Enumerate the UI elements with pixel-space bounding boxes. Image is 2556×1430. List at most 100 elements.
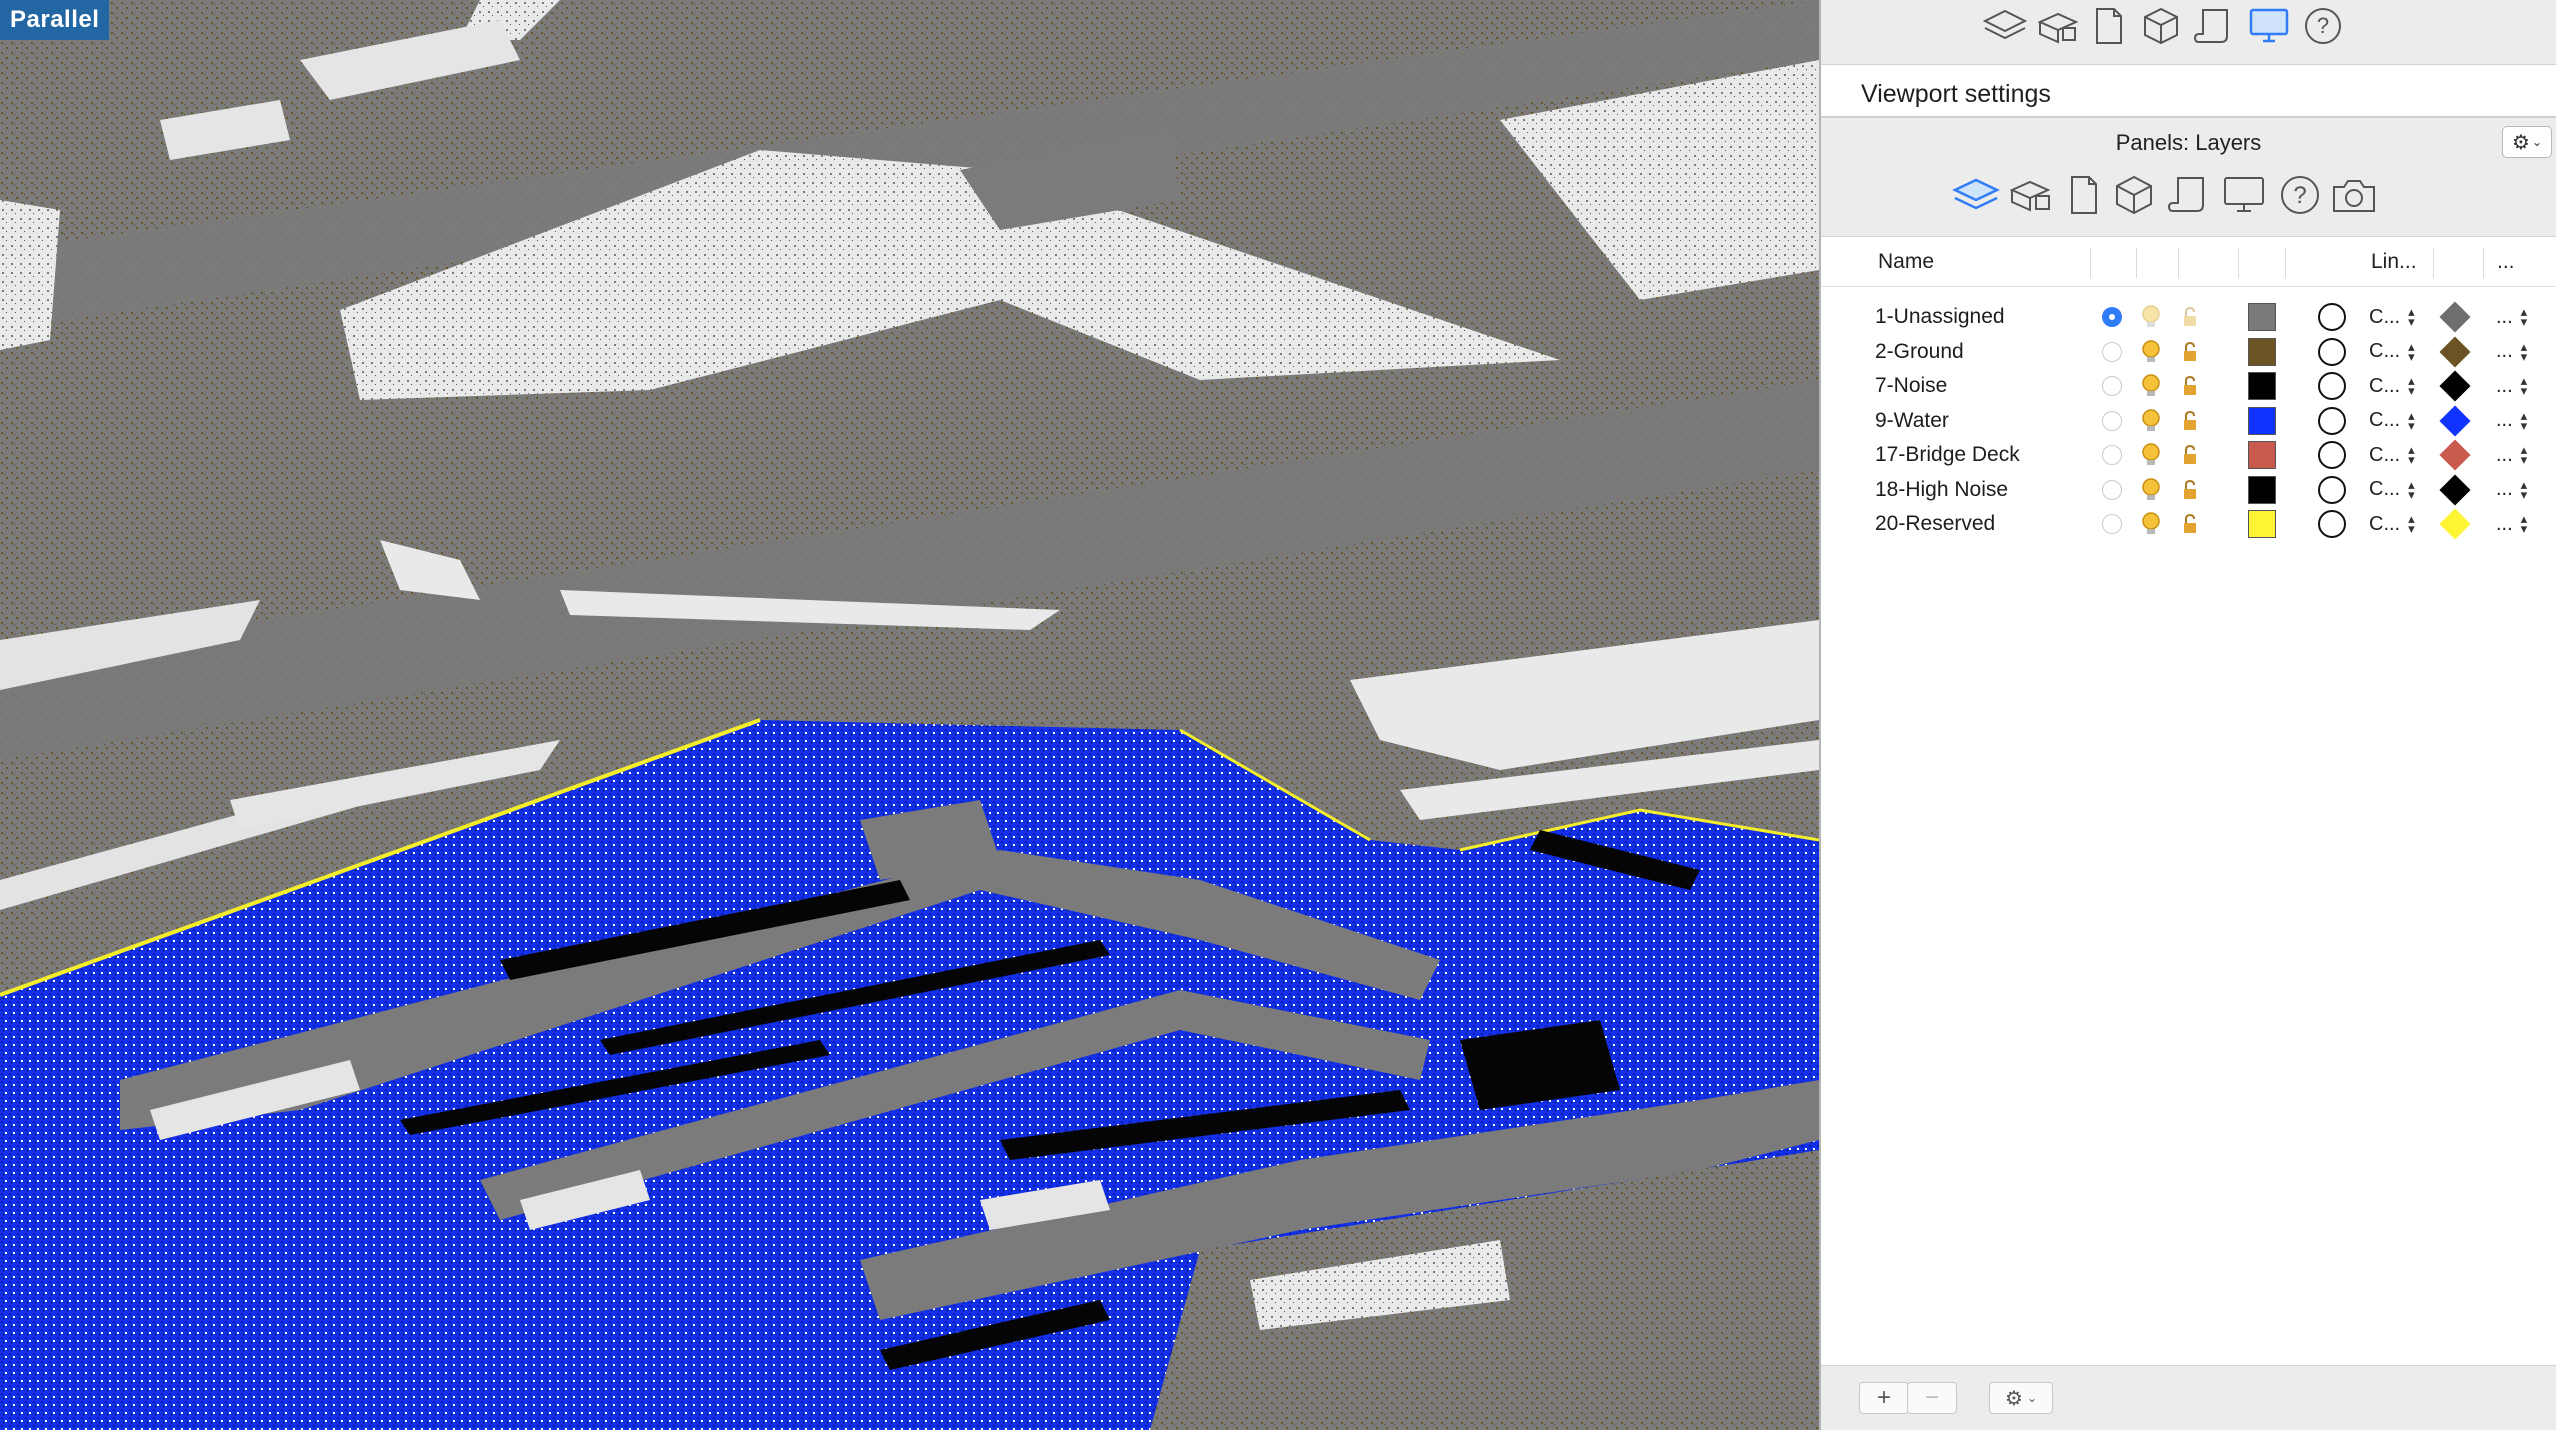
layers-icon[interactable] <box>1979 0 2031 52</box>
stepper-icon: ▴ ▾ <box>2520 407 2528 433</box>
visibility-bulb-icon[interactable] <box>2139 404 2163 438</box>
more-options-menu[interactable]: ... ▴ ▾ <box>2496 335 2527 369</box>
visibility-bulb-icon[interactable] <box>2139 473 2163 507</box>
layers-icon[interactable] <box>1949 168 2003 222</box>
classes-icon[interactable] <box>2005 168 2059 222</box>
more-options-menu[interactable]: ... ▴ ▾ <box>2496 404 2527 438</box>
lock-icon[interactable] <box>2181 335 2199 369</box>
layer-name[interactable]: 9-Water <box>1875 404 1949 438</box>
remove-layer-button[interactable]: − <box>1907 1382 1957 1414</box>
point-cloud-render[interactable] <box>0 0 1819 1430</box>
object-icon[interactable] <box>2135 0 2187 52</box>
marker-color-diamond[interactable] <box>2439 439 2471 471</box>
line-type-menu[interactable]: C... ▴ ▾ <box>2369 404 2415 438</box>
scroll-icon[interactable] <box>2161 168 2215 222</box>
active-layer-radio[interactable] <box>2102 376 2122 396</box>
layer-color-swatch[interactable] <box>2248 406 2276 435</box>
lock-icon[interactable] <box>2181 473 2199 507</box>
more-options-menu[interactable]: ... ▴ ▾ <box>2496 473 2527 507</box>
stepper-icon: ▴ ▾ <box>2408 338 2415 364</box>
footer-gear-menu-button[interactable]: ⚙ ⌄ <box>1989 1382 2053 1414</box>
display-icon[interactable] <box>2217 168 2271 222</box>
lock-icon[interactable] <box>2181 404 2199 438</box>
active-layer-radio[interactable] <box>2102 445 2122 465</box>
more-options-menu[interactable]: ... ▴ ▾ <box>2496 369 2527 403</box>
column-separator <box>2178 248 2179 278</box>
line-weight-circle[interactable] <box>2318 406 2346 435</box>
line-type-menu[interactable]: C... ▴ ▾ <box>2369 300 2415 334</box>
layer-name[interactable]: 7-Noise <box>1875 369 1947 403</box>
scroll-icon[interactable] <box>2187 0 2239 52</box>
layer-row[interactable]: 7-Noise C... ▴ ▾ ... ▴ ▾ <box>1821 369 2556 403</box>
line-weight-circle[interactable] <box>2318 303 2346 331</box>
classes-icon[interactable] <box>2033 0 2085 52</box>
marker-color-diamond[interactable] <box>2439 404 2471 437</box>
help-icon[interactable]: ? <box>2297 0 2349 52</box>
line-weight-circle[interactable] <box>2318 337 2346 366</box>
drawing-viewport[interactable]: Parallel <box>0 0 1819 1430</box>
marker-color-diamond[interactable] <box>2439 508 2471 540</box>
marker-color-diamond[interactable] <box>2439 335 2471 368</box>
lock-icon[interactable] <box>2181 438 2199 472</box>
column-header-name[interactable]: Name <box>1878 250 1934 274</box>
layer-name[interactable]: 20-Reserved <box>1875 507 1995 541</box>
line-weight-circle[interactable] <box>2318 441 2346 469</box>
visibility-bulb-icon[interactable] <box>2139 438 2163 472</box>
active-layer-radio[interactable] <box>2102 479 2122 500</box>
layer-row[interactable]: 1-Unassigned C... ▴ ▾ ... ▴ ▾ <box>1821 300 2556 334</box>
line-type-menu[interactable]: C... ▴ ▾ <box>2369 335 2415 369</box>
lock-icon[interactable] <box>2181 300 2199 334</box>
marker-color-diamond[interactable] <box>2439 473 2471 506</box>
display-icon[interactable] <box>2243 0 2295 52</box>
visibility-bulb-icon[interactable] <box>2139 335 2163 369</box>
active-layer-radio[interactable] <box>2102 341 2122 362</box>
line-type-menu[interactable]: C... ▴ ▾ <box>2369 473 2415 507</box>
line-weight-circle[interactable] <box>2318 372 2346 400</box>
active-layer-radio[interactable] <box>2102 307 2122 327</box>
camera-icon[interactable] <box>2327 168 2381 222</box>
add-layer-button[interactable]: + <box>1859 1382 1909 1414</box>
layer-row[interactable]: 18-High Noise C... ▴ ▾ ... ▴ ▾ <box>1821 473 2556 507</box>
layer-color-swatch[interactable] <box>2248 475 2276 504</box>
lock-icon[interactable] <box>2181 507 2199 541</box>
layer-name[interactable]: 2-Ground <box>1875 335 1964 369</box>
line-type-menu[interactable]: C... ▴ ▾ <box>2369 507 2415 541</box>
layer-row[interactable]: 2-Ground C... ▴ ▾ ... ▴ ▾ <box>1821 335 2556 369</box>
visibility-bulb-icon[interactable] <box>2139 507 2163 541</box>
layer-color-swatch[interactable] <box>2248 337 2276 366</box>
line-type-menu[interactable]: C... ▴ ▾ <box>2369 369 2415 403</box>
visibility-bulb-icon[interactable] <box>2139 369 2163 403</box>
visibility-bulb-icon[interactable] <box>2139 300 2163 334</box>
active-layer-radio[interactable] <box>2102 514 2122 534</box>
layer-color-swatch[interactable] <box>2248 510 2276 538</box>
layer-name[interactable]: 18-High Noise <box>1875 473 2008 507</box>
panel-gear-menu-button[interactable]: ⚙ ⌄ <box>2502 126 2552 158</box>
help-icon[interactable]: ? <box>2273 168 2327 222</box>
layer-name[interactable]: 17-Bridge Deck <box>1875 438 2020 472</box>
line-type-menu[interactable]: C... ▴ ▾ <box>2369 438 2415 472</box>
marker-color-diamond[interactable] <box>2439 301 2471 333</box>
stepper-icon: ▴ ▾ <box>2408 511 2415 536</box>
layer-color-swatch[interactable] <box>2248 372 2276 400</box>
active-layer-radio[interactable] <box>2102 410 2122 431</box>
marker-color-diamond[interactable] <box>2439 370 2471 402</box>
line-weight-circle[interactable] <box>2318 475 2346 504</box>
more-options-menu[interactable]: ... ▴ ▾ <box>2496 507 2527 541</box>
layer-color-swatch[interactable] <box>2248 441 2276 469</box>
column-header-more[interactable]: ... <box>2497 250 2515 274</box>
chevron-down-icon: ⌄ <box>2026 1391 2037 1405</box>
sheet-icon[interactable] <box>2083 0 2135 52</box>
layer-color-swatch[interactable] <box>2248 303 2276 331</box>
line-weight-circle[interactable] <box>2318 510 2346 538</box>
layer-row[interactable]: 9-Water C... ▴ ▾ ... ▴ ▾ <box>1821 404 2556 438</box>
sheet-icon[interactable] <box>2057 168 2111 222</box>
more-options-menu[interactable]: ... ▴ ▾ <box>2496 300 2527 334</box>
layer-row[interactable]: 20-Reserved C... ▴ ▾ ... ▴ ▾ <box>1821 507 2556 541</box>
layer-row[interactable]: 17-Bridge Deck C... ▴ ▾ ... ▴ ▾ <box>1821 438 2556 472</box>
lock-icon[interactable] <box>2181 369 2199 403</box>
column-header-line[interactable]: Lin... <box>2371 250 2417 274</box>
projection-badge[interactable]: Parallel <box>0 0 110 40</box>
more-options-menu[interactable]: ... ▴ ▾ <box>2496 438 2527 472</box>
layer-name[interactable]: 1-Unassigned <box>1875 300 2005 334</box>
object-icon[interactable] <box>2107 168 2161 222</box>
